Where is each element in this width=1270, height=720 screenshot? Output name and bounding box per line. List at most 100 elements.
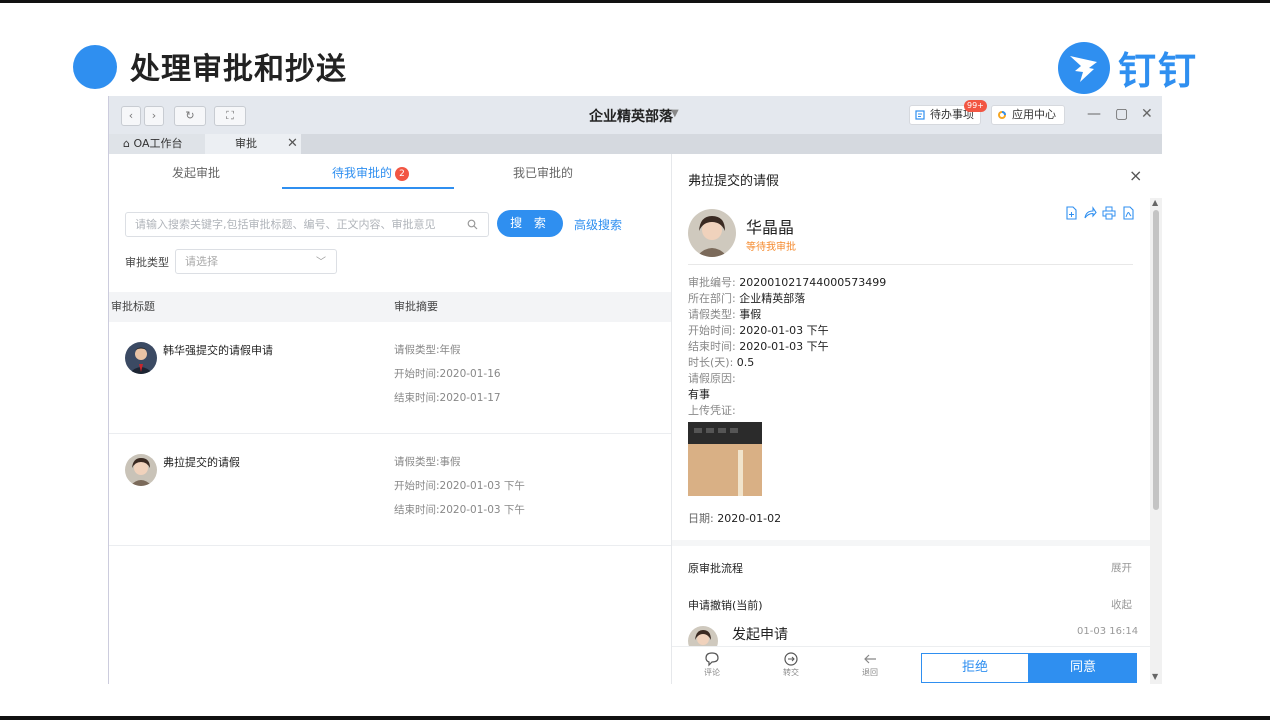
flow-step-time: 01-03 16:14 (1077, 626, 1139, 637)
share-icon[interactable] (1083, 206, 1097, 220)
row-summary-line: 请假类型:年假 (394, 344, 461, 356)
maximize-button[interactable]: ▢ (1115, 106, 1128, 122)
field-approval-number: 审批编号: 202001021744000573499 (688, 276, 887, 289)
print-icon[interactable] (1102, 206, 1116, 220)
advanced-search-link[interactable]: 高级搜索 (574, 216, 622, 233)
table-row[interactable]: 韩华强提交的请假申请 请假类型:年假 开始时间:2020-01-16 结束时间:… (109, 322, 671, 434)
tab-pending-approval[interactable]: 待我审批的 2 (332, 164, 410, 181)
slide-title: 处理审批和抄送 (130, 52, 347, 87)
field-upload-label: 上传凭证: (688, 404, 736, 417)
search-input[interactable]: 请输入搜索关键字,包括审批标题、编号、正文内容、审批意见 (125, 212, 489, 237)
expand-link[interactable]: 展开 (1111, 560, 1132, 575)
table-row[interactable]: 弗拉提交的请假 请假类型:事假 开始时间:2020-01-03 下午 结束时间:… (109, 434, 671, 546)
pdf-icon[interactable] (1121, 206, 1135, 220)
transfer-button[interactable]: 转交 (771, 651, 811, 678)
minimize-button[interactable]: — (1087, 106, 1101, 122)
slide-top-border (0, 0, 1270, 3)
slide-bullet-dot (73, 45, 117, 89)
search-placeholder: 请输入搜索关键字,包括审批标题、编号、正文内容、审批意见 (135, 218, 436, 231)
expand-icon: ⛶ (226, 109, 234, 122)
close-icon[interactable]: × (1129, 166, 1142, 185)
reject-button[interactable]: 拒绝 (921, 653, 1029, 683)
column-header-summary: 审批摘要 (394, 300, 438, 313)
comment-icon (705, 652, 719, 667)
action-bar: 评论 转交 退回 拒绝 同意 (672, 646, 1150, 684)
comment-button[interactable]: 评论 (692, 651, 732, 678)
home-icon: ⌂ (123, 137, 130, 150)
app-window: ‹ › ↻ ⛶ 企业精英部落 ▼ 待办事项 99+ 应用中心 — ▢ ✕ ⌂ O… (108, 96, 1162, 684)
tab-oa-workbench[interactable]: ⌂ OA工作台 (109, 134, 205, 154)
detail-title: 弗拉提交的请假 (688, 174, 780, 189)
back-button[interactable]: ‹ (121, 106, 141, 126)
revoke-label: 申请撤销(当前) (688, 599, 763, 612)
chevron-left-icon: ‹ (128, 109, 134, 122)
search-button[interactable]: 搜 索 (497, 210, 563, 237)
dingtalk-brand: 钉钉 (1058, 40, 1198, 95)
row-title: 韩华强提交的请假申请 (163, 344, 273, 357)
slide-bottom-border (0, 716, 1270, 720)
column-header-title: 审批标题 (111, 300, 155, 313)
tab-label: 待我审批的 (332, 166, 393, 180)
approval-type-select[interactable]: 请选择 ﹀ (175, 249, 337, 274)
scroll-thumb[interactable] (1153, 210, 1159, 510)
attachment-thumbnail[interactable] (688, 422, 762, 496)
todo-count-badge: 99+ (964, 100, 987, 112)
field-end-time: 结束时间: 2020-01-03 下午 (688, 340, 829, 353)
field-department: 所在部门: 企业精英部落 (688, 292, 806, 305)
chevron-right-icon: › (151, 109, 157, 122)
applicant-name: 华晶晶 (746, 218, 795, 237)
tab-close-icon[interactable]: ✕ (287, 134, 298, 154)
scroll-down-icon[interactable]: ▼ (1152, 672, 1158, 681)
row-summary-line: 开始时间:2020-01-03 下午 (394, 480, 525, 492)
caret-down-icon[interactable]: ▼ (671, 108, 679, 119)
detail-scrollbar[interactable]: ▲ ▼ (1150, 198, 1162, 684)
approval-detail-panel: 弗拉提交的请假 × ▲ ▼ 华晶晶 等待我审批 审批编号: 2020010217… (671, 154, 1162, 684)
pending-count-badge: 2 (395, 167, 410, 181)
flow-step-title: 发起申请 (732, 627, 788, 643)
row-title: 弗拉提交的请假 (163, 456, 240, 469)
tab-bar: ⌂ OA工作台 审批 ✕ (109, 134, 1162, 154)
row-summary-line: 结束时间:2020-01-17 (394, 392, 501, 404)
status-badge: 等待我审批 (746, 242, 796, 253)
original-flow-label: 原审批流程 (688, 562, 743, 575)
transfer-icon (784, 652, 798, 666)
app-center-icon (998, 111, 1006, 119)
row-summary-line: 结束时间:2020-01-03 下午 (394, 504, 525, 516)
dingtalk-logo-icon (1058, 41, 1110, 94)
approval-list-panel: 发起审批 待我审批的 2 我已审批的 请输入搜索关键字,包括审批标题、编号、正文内… (109, 154, 671, 684)
return-label: 退回 (862, 668, 878, 677)
titlebar: ‹ › ↻ ⛶ 企业精英部落 ▼ 待办事项 99+ 应用中心 — ▢ ✕ (109, 96, 1162, 134)
fullscreen-button[interactable]: ⛶ (214, 106, 246, 126)
table-header: 审批标题 审批摘要 (109, 292, 671, 322)
field-leave-type: 请假类型: 事假 (688, 308, 762, 321)
tab-label: OA工作台 (133, 137, 183, 150)
todo-icon (915, 110, 925, 120)
close-window-button[interactable]: ✕ (1141, 106, 1153, 122)
agree-button[interactable]: 同意 (1029, 653, 1137, 683)
add-file-icon[interactable] (1064, 206, 1078, 220)
refresh-icon: ↻ (185, 109, 195, 122)
chevron-down-icon: ﹀ (316, 257, 326, 268)
app-center-button[interactable]: 应用中心 (991, 105, 1065, 125)
transfer-label: 转交 (783, 668, 799, 677)
detail-actions (1064, 206, 1135, 220)
search-icon (467, 219, 478, 230)
field-duration: 时长(天): 0.5 (688, 356, 755, 369)
applicant-avatar (688, 209, 736, 257)
avatar (125, 342, 157, 374)
tab-approved[interactable]: 我已审批的 (513, 164, 573, 181)
scroll-up-icon[interactable]: ▲ (1152, 198, 1158, 207)
collapse-link[interactable]: 收起 (1111, 597, 1132, 612)
refresh-button[interactable]: ↻ (174, 106, 206, 126)
avatar (125, 454, 157, 486)
field-reason-label: 请假原因: (688, 372, 736, 385)
org-switcher[interactable]: 企业精英部落 (589, 106, 673, 126)
tab-label: 审批 (235, 137, 257, 150)
section-separator (672, 540, 1150, 546)
forward-button[interactable]: › (144, 106, 164, 126)
return-button[interactable]: 退回 (850, 651, 890, 678)
field-reason-value: 有事 (688, 388, 710, 401)
select-placeholder: 请选择 (185, 255, 218, 268)
comment-label: 评论 (704, 668, 720, 677)
tab-initiate-approval[interactable]: 发起审批 (172, 164, 220, 181)
